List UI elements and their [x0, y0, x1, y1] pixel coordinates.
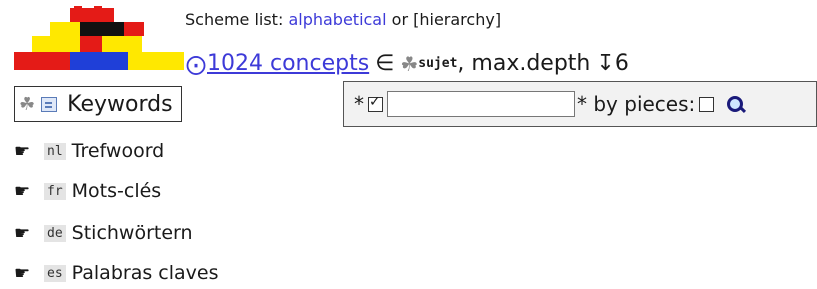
or-text: or	[391, 10, 409, 29]
language-code: fr	[44, 182, 66, 200]
list-item[interactable]: ☛ nl Trefwoord	[14, 140, 164, 162]
keyword-translation: Mots-clés	[71, 180, 162, 202]
keyword-translation: Stichwörtern	[71, 222, 193, 244]
concepts-line: ⨀ 1024 concepts ∈ ☘ sujet , max.depth ↧ …	[186, 51, 629, 76]
list-item[interactable]: ☛ es Palabras claves	[14, 262, 218, 284]
search-input[interactable]	[387, 91, 575, 117]
concepts-count-link[interactable]: 1024 concepts	[207, 51, 369, 76]
pointing-hand-icon: ☛	[14, 222, 31, 244]
max-depth-text: , max.depth	[457, 51, 591, 76]
target-icon: ⨀	[186, 51, 206, 76]
keyword-translation: Palabras claves	[71, 262, 219, 284]
search-icon[interactable]	[726, 95, 747, 114]
scheme-list-label: Scheme list:	[185, 10, 284, 29]
list-item[interactable]: ☛ fr Mots-clés	[14, 180, 161, 202]
by-pieces-checkbox[interactable]	[699, 96, 715, 112]
pointing-hand-icon: ☛	[14, 140, 31, 162]
alphabetical-link[interactable]: alphabetical	[288, 10, 386, 29]
pointing-hand-icon: ☛	[14, 262, 31, 284]
card-icon[interactable]	[41, 96, 58, 112]
trefoil-icon[interactable]: ☘	[19, 94, 35, 115]
keywords-box[interactable]: ☘ Keywords	[14, 86, 182, 122]
case-checkbox[interactable]	[368, 94, 383, 112]
depth-value: 6	[614, 51, 629, 76]
keyword-translation: Trefwoord	[71, 140, 165, 162]
trefoil-icon: ☘	[400, 51, 419, 76]
language-code: nl	[44, 142, 66, 160]
search-panel: * * by pieces:	[343, 81, 817, 127]
pointing-hand-icon: ☛	[14, 180, 31, 202]
depth-arrow-icon: ↧	[596, 51, 615, 76]
language-code: de	[44, 224, 66, 242]
keywords-label: Keywords	[67, 91, 173, 117]
element-of-symbol: ∈	[375, 51, 395, 76]
hierarchy-text: [hierarchy]	[413, 10, 502, 29]
language-code: es	[44, 264, 66, 282]
scheme-name: sujet	[418, 56, 458, 71]
search-prefix-star: *	[354, 92, 364, 116]
scheme-list-line: Scheme list: alphabetical or [hierarchy]	[185, 10, 501, 29]
list-item[interactable]: ☛ de Stichwörtern	[14, 222, 193, 244]
by-pieces-label: * by pieces:	[577, 92, 696, 116]
app-logo	[14, 6, 184, 70]
